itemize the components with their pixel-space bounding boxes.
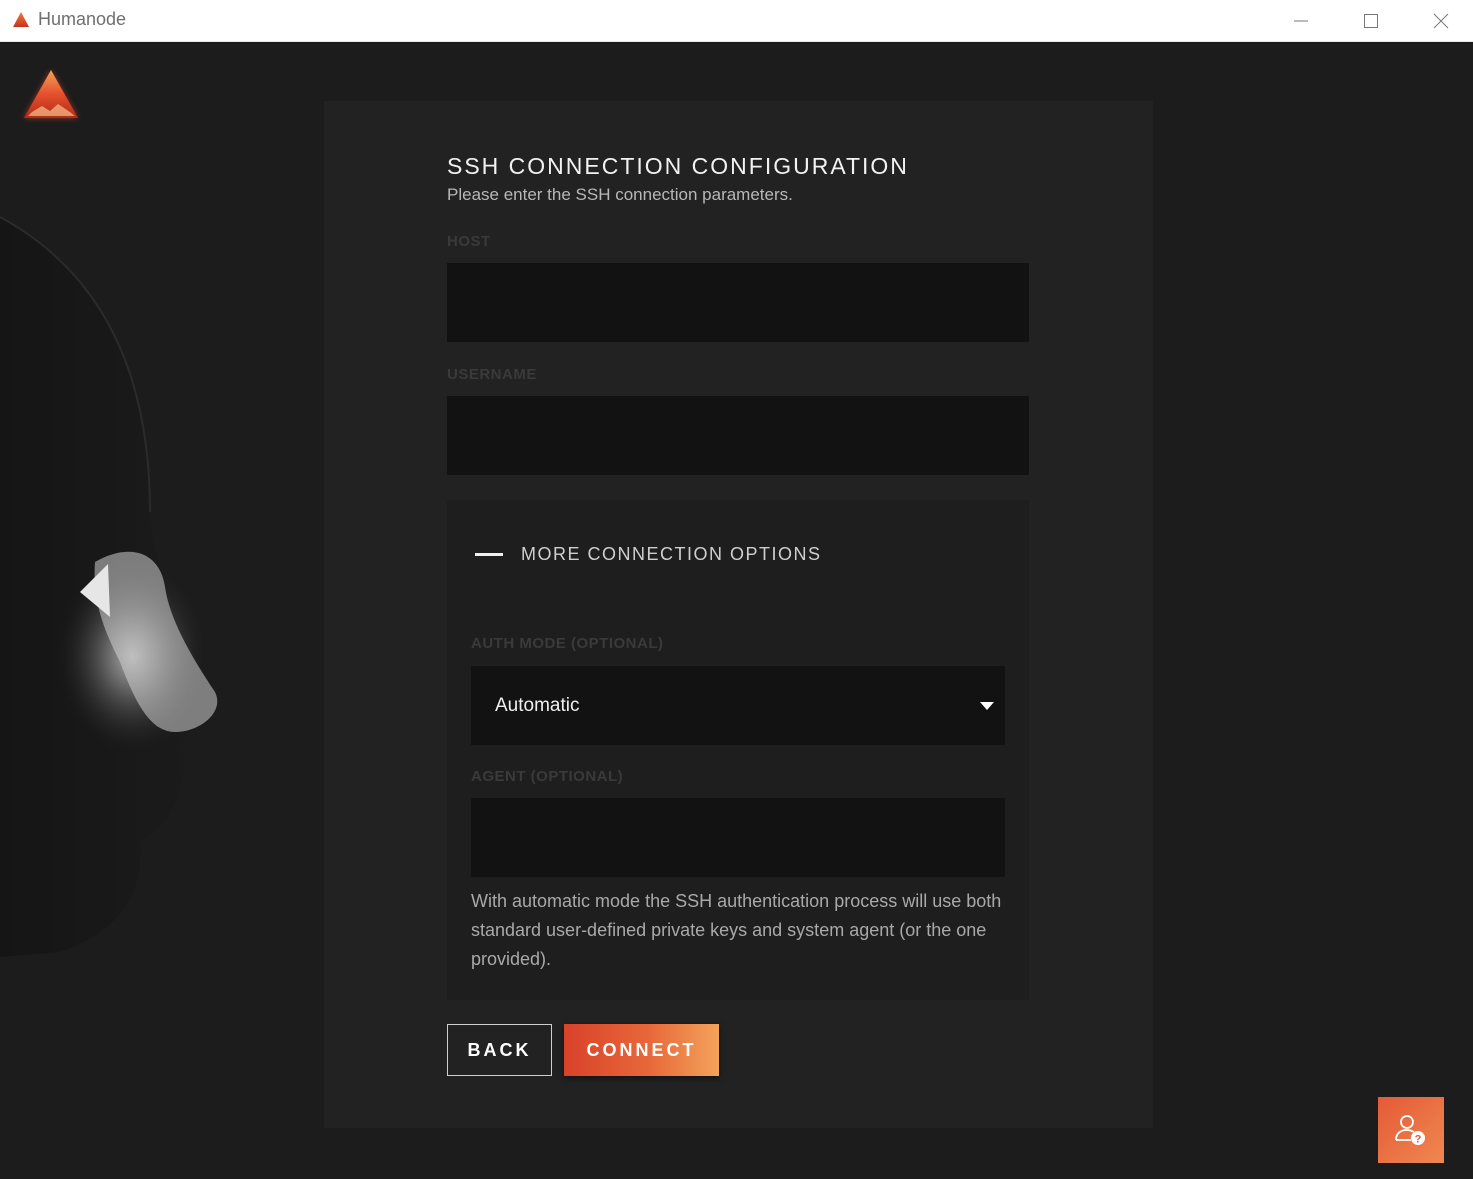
face-illustration [0,42,330,1179]
humanode-logo-icon [13,12,29,27]
window-titlebar: Humanode [0,0,1473,42]
close-button[interactable] [1406,0,1473,42]
page-title: SSH CONNECTION CONFIGURATION [447,153,909,179]
page-subtitle: Please enter the SSH connection paramete… [447,185,793,204]
auth-mode-select[interactable]: Automatic [471,666,1005,745]
agent-label: AGENT (OPTIONAL) [471,768,624,785]
username-label: USERNAME [447,366,537,383]
more-options-label: MORE CONNECTION OPTIONS [521,544,822,564]
minus-icon [475,553,503,556]
humanode-logo-icon [24,70,78,118]
maximize-icon [1364,14,1378,28]
host-input[interactable] [447,263,1029,342]
help-button[interactable]: ? [1378,1097,1444,1163]
svg-text:?: ? [1415,1134,1422,1146]
close-icon [1433,13,1449,29]
ssh-config-panel: SSH CONNECTION CONFIGURATION Please ente… [324,101,1153,1128]
app-body: SSH CONNECTION CONFIGURATION Please ente… [0,42,1473,1179]
caret-down-icon [980,702,994,710]
maximize-button[interactable] [1336,0,1406,42]
window-title: Humanode [38,9,127,29]
back-button[interactable]: BACK [447,1024,552,1076]
host-label: HOST [447,233,491,250]
connect-button[interactable]: CONNECT [564,1024,719,1076]
user-help-icon: ? [1395,1115,1425,1146]
agent-input[interactable] [471,798,1005,877]
username-input[interactable] [447,396,1029,475]
minimize-button[interactable] [1266,0,1336,42]
auth-mode-help-text: With automatic mode the SSH authenticati… [471,891,1002,969]
more-options-section: MORE CONNECTION OPTIONS AUTH MODE (OPTIO… [447,500,1029,1000]
auth-mode-label: AUTH MODE (OPTIONAL) [471,635,664,652]
auth-mode-value: Automatic [495,694,580,716]
more-options-toggle[interactable]: MORE CONNECTION OPTIONS [475,544,822,565]
minimize-icon [1294,20,1308,22]
